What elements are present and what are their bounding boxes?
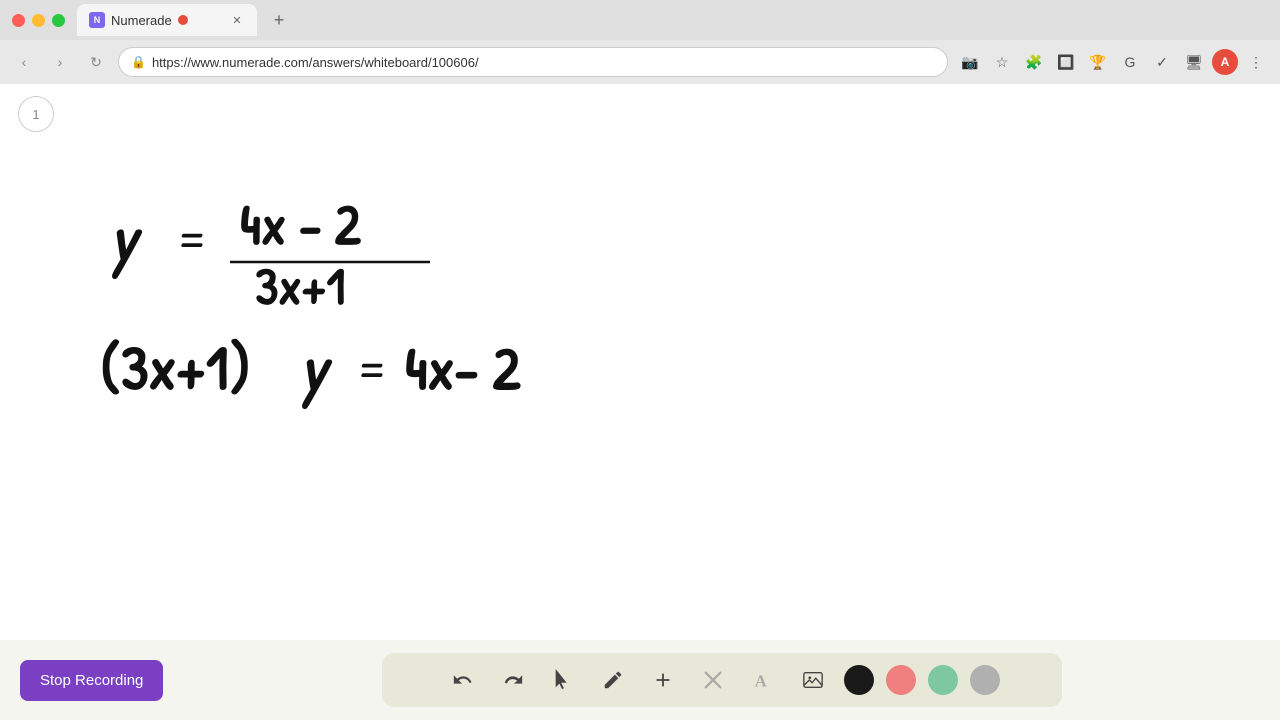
svg-text:4x- 2: 4x- 2 (405, 326, 521, 408)
image-icon (802, 669, 824, 691)
color-gray-button[interactable] (970, 665, 1000, 695)
ext2-button[interactable]: ✓ (1148, 48, 1176, 76)
cast-button[interactable]: 📷 (956, 48, 984, 76)
eraser-icon (702, 669, 724, 691)
pen-icon (602, 669, 624, 691)
browser-chrome: N Numerade ✕ + ‹ › ↻ 🔒 https://www.numer… (0, 0, 1280, 84)
text-tool-button[interactable]: A (744, 661, 782, 699)
profile-button[interactable]: A (1212, 49, 1238, 75)
svg-text:A: A (754, 671, 766, 690)
cursor-icon (552, 669, 574, 691)
redo-icon (502, 669, 524, 691)
maximize-window-button[interactable] (52, 14, 65, 27)
tab-favicon: N (89, 12, 105, 28)
drawing-toolbar: A (382, 653, 1062, 707)
svg-text:y: y (300, 325, 333, 410)
url-bar[interactable]: 🔒 https://www.numerade.com/answers/white… (118, 47, 948, 77)
minimize-window-button[interactable] (32, 14, 45, 27)
color-green-button[interactable] (928, 665, 958, 695)
eraser-button[interactable] (694, 661, 732, 699)
svg-text:=: = (355, 330, 388, 408)
extensions-button[interactable]: 🧩 (1020, 48, 1048, 76)
color-pink-button[interactable] (886, 665, 916, 695)
color-black-button[interactable] (844, 665, 874, 695)
store-button[interactable]: 🔲 (1052, 48, 1080, 76)
page-number: 1 (18, 96, 54, 132)
svg-text:3x+1: 3x+1 (255, 251, 345, 321)
stop-recording-button[interactable]: Stop Recording (20, 660, 163, 701)
tab-title: Numerade (111, 13, 172, 28)
undo-button[interactable] (444, 661, 482, 699)
plus-icon (652, 669, 674, 691)
lock-icon: 🔒 (131, 55, 146, 69)
address-bar: ‹ › ↻ 🔒 https://www.numerade.com/answers… (0, 40, 1280, 84)
reload-button[interactable]: ↻ (82, 48, 110, 76)
whiteboard: 1 y = 4x - 2 3x+1 (3x+1) y = 4x- 2 (0, 84, 1280, 684)
recording-indicator (178, 15, 188, 25)
close-window-button[interactable] (12, 14, 25, 27)
redo-button[interactable] (494, 661, 532, 699)
pen-tool-button[interactable] (594, 661, 632, 699)
svg-text:=: = (175, 200, 208, 278)
select-tool-button[interactable] (544, 661, 582, 699)
new-tab-button[interactable]: + (265, 6, 293, 34)
forward-button[interactable]: › (46, 48, 74, 76)
text-icon: A (752, 669, 774, 691)
image-button[interactable] (794, 661, 832, 699)
close-tab-button[interactable]: ✕ (229, 12, 245, 28)
math-svg: y = 4x - 2 3x+1 (3x+1) y = 4x- 2 (100, 194, 540, 454)
screen-button[interactable]: 🖥 (1180, 48, 1208, 76)
browser-toolbar-right: 📷 ☆ 🧩 🔲 🏆 G ✓ 🖥 A ⋮ (956, 48, 1270, 76)
translate-button[interactable]: G (1116, 48, 1144, 76)
bookmark-button[interactable]: ☆ (988, 48, 1016, 76)
window-controls (12, 14, 65, 27)
svg-text:y: y (110, 195, 143, 280)
undo-icon (452, 669, 474, 691)
add-button[interactable] (644, 661, 682, 699)
tab-bar: N Numerade ✕ + (77, 2, 1268, 38)
trophy-button[interactable]: 🏆 (1084, 48, 1112, 76)
svg-text:(3x+1): (3x+1) (100, 325, 251, 409)
active-tab[interactable]: N Numerade ✕ (77, 4, 257, 36)
back-button[interactable]: ‹ (10, 48, 38, 76)
menu-button[interactable]: ⋮ (1242, 48, 1270, 76)
bottom-toolbar: Stop Recording (0, 640, 1280, 720)
math-content: y = 4x - 2 3x+1 (3x+1) y = 4x- 2 (100, 194, 540, 454)
title-bar: N Numerade ✕ + (0, 0, 1280, 40)
url-text: https://www.numerade.com/answers/whitebo… (152, 55, 479, 70)
